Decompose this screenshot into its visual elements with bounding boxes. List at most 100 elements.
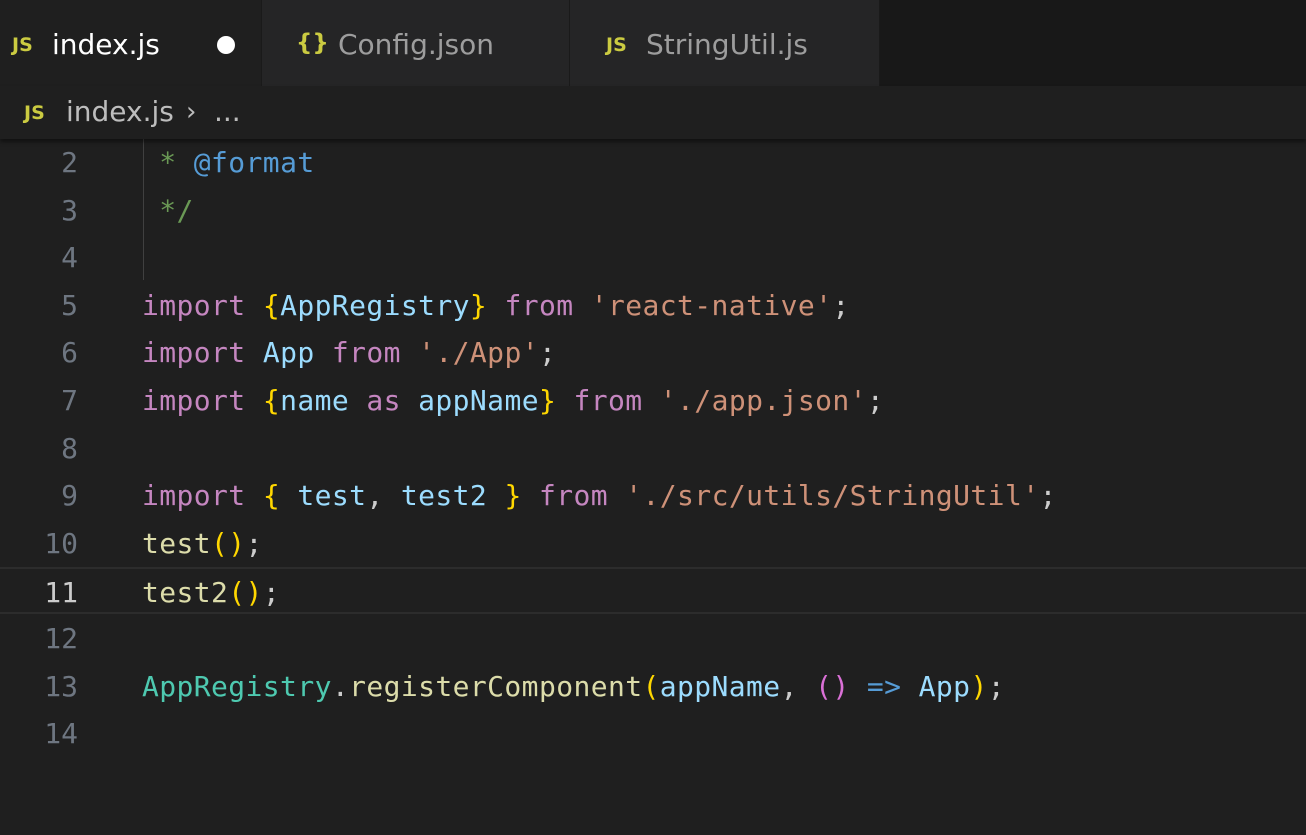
line-number: 2 xyxy=(61,146,78,179)
unsaved-dot-icon[interactable] xyxy=(217,36,235,54)
code-line[interactable]: 11 test2(); xyxy=(0,567,1306,616)
code-token: from xyxy=(504,288,574,322)
js-file-icon: JS xyxy=(24,102,45,124)
line-number: 7 xyxy=(61,384,78,417)
code-line[interactable]: 3 */ xyxy=(0,187,1306,234)
code-token: './app.json' xyxy=(659,384,867,417)
code-token: } xyxy=(469,288,488,322)
code-token: from xyxy=(538,479,609,513)
code-text: test2(); xyxy=(142,569,280,616)
code-token: . xyxy=(331,669,350,703)
code-line[interactable]: 12 xyxy=(0,615,1306,662)
tab-label: Config.json xyxy=(338,28,494,61)
code-token: import xyxy=(142,336,246,370)
code-line[interactable]: 8 xyxy=(0,425,1306,472)
code-token: ; xyxy=(262,576,281,610)
code-text: AppRegistry.registerComponent(appName, (… xyxy=(142,663,1005,710)
json-file-icon: {} xyxy=(296,30,329,56)
code-line[interactable]: 7 import {name as appName} from './app.js… xyxy=(0,377,1306,424)
chevron-right-icon: › xyxy=(186,97,197,127)
code-token: } xyxy=(538,384,557,417)
code-token: App xyxy=(262,336,315,370)
code-token: } xyxy=(504,479,522,513)
js-file-icon: JS xyxy=(606,34,627,56)
code-token: AppRegistry xyxy=(142,669,332,703)
code-token: App xyxy=(918,669,971,703)
code-token: AppRegistry xyxy=(280,288,470,322)
code-line[interactable]: 2 * @format xyxy=(0,139,1306,186)
line-number: 5 xyxy=(61,288,78,322)
line-number: 6 xyxy=(61,336,78,370)
code-token: @format xyxy=(193,146,315,179)
code-token: from xyxy=(573,384,643,417)
code-text: import { test, test2 } from './src/utils… xyxy=(142,472,1057,519)
code-line[interactable]: 10 test(); xyxy=(0,520,1306,567)
code-token: test xyxy=(297,479,367,513)
code-text: import {name as appName} from './app.jso… xyxy=(142,377,884,424)
code-token: import xyxy=(142,288,246,322)
tab-label: StringUtil.js xyxy=(646,28,808,61)
code-token: ( xyxy=(642,669,660,703)
code-token: 'react-native' xyxy=(590,288,833,322)
js-file-icon: JS xyxy=(12,34,33,56)
code-line[interactable]: 13 AppRegistry.registerComponent(appName,… xyxy=(0,663,1306,710)
code-token: ) xyxy=(970,669,988,703)
code-editor[interactable]: 2 * @format 3 */4 5 import {AppRegistry} fr… xyxy=(0,139,1306,835)
breadcrumb: JS index.js › ... xyxy=(0,86,1306,139)
code-token: ; xyxy=(245,526,263,560)
line-number: 11 xyxy=(44,576,78,610)
code-line[interactable]: 6 import App from './App'; xyxy=(0,329,1306,376)
code-token: ; xyxy=(1039,479,1057,513)
code-token: appName xyxy=(418,384,539,417)
code-token: registerComponent xyxy=(349,669,643,703)
code-token: { xyxy=(262,384,281,417)
breadcrumb-more[interactable]: ... xyxy=(214,94,241,130)
code-token: ; xyxy=(538,336,557,370)
code-token: from xyxy=(331,336,401,370)
code-token: test2 xyxy=(400,479,488,513)
code-line[interactable]: 5 import {AppRegistry} from 'react-native… xyxy=(0,282,1306,329)
code-text: import App from './App'; xyxy=(142,329,556,376)
code-token: ; xyxy=(832,288,850,322)
tab-config-json[interactable]: {} Config.json xyxy=(262,0,570,86)
code-token: test xyxy=(142,526,212,560)
tab-label: index.js xyxy=(52,28,160,61)
code-text: test(); xyxy=(142,520,263,567)
code-token: { xyxy=(262,479,281,513)
tab-stringutil-js[interactable]: JS StringUtil.js xyxy=(570,0,880,86)
code-line[interactable]: 9 import { test, test2 } from './src/util… xyxy=(0,472,1306,519)
code-token: * xyxy=(142,146,194,179)
code-token: () xyxy=(815,669,850,703)
line-number: 9 xyxy=(61,479,78,513)
line-number: 13 xyxy=(44,669,78,703)
code-token: */ xyxy=(142,193,194,227)
code-text: */ xyxy=(142,187,194,234)
code-token: , xyxy=(780,669,816,703)
code-token: appName xyxy=(659,669,781,703)
line-number: 10 xyxy=(44,526,78,560)
tab-index-js[interactable]: JS index.js xyxy=(0,0,262,86)
breadcrumb-file[interactable]: index.js xyxy=(66,94,174,130)
code-line[interactable]: 14 xyxy=(0,710,1306,757)
code-token: () xyxy=(211,526,246,560)
code-text: import {AppRegistry} from 'react-native'… xyxy=(142,282,850,329)
line-number: 12 xyxy=(44,622,78,655)
code-line[interactable]: 4 xyxy=(0,234,1306,281)
